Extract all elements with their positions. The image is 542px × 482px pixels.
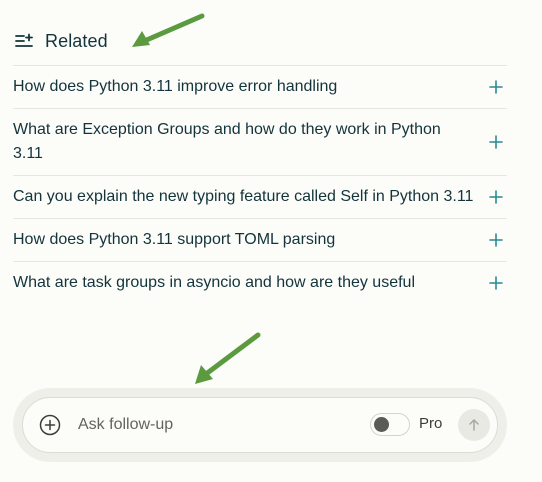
list-filter-icon <box>15 33 33 47</box>
related-header: Related <box>14 28 108 54</box>
toggle-knob <box>374 417 389 432</box>
related-item-exception-groups[interactable]: What are Exception Groups and how do the… <box>13 108 507 175</box>
plus-icon[interactable] <box>489 190 503 204</box>
related-item-label: What are task groups in asyncio and how … <box>13 274 415 291</box>
circle-plus-icon[interactable] <box>39 414 61 436</box>
plus-icon[interactable] <box>489 80 503 94</box>
related-item-task-groups[interactable]: What are task groups in asyncio and how … <box>13 261 507 304</box>
plus-icon[interactable] <box>489 233 503 247</box>
related-item-label: What are Exception Groups and how do the… <box>13 121 441 162</box>
plus-icon[interactable] <box>489 276 503 290</box>
related-item-label: Can you explain the new typing feature c… <box>13 188 474 205</box>
related-list: How does Python 3.11 improve error handl… <box>13 65 507 304</box>
arrow-icon <box>132 13 205 47</box>
plus-icon[interactable] <box>489 135 503 149</box>
pro-label: Pro <box>419 415 443 432</box>
related-item-label: How does Python 3.11 support TOML parsin… <box>13 231 336 248</box>
submit-button[interactable] <box>458 409 490 441</box>
related-item-label: How does Python 3.11 improve error handl… <box>13 78 338 95</box>
related-item-toml-parsing[interactable]: How does Python 3.11 support TOML parsin… <box>13 218 507 261</box>
pro-toggle[interactable] <box>370 413 410 436</box>
arrow-up-icon <box>469 419 479 431</box>
related-item-error-handling[interactable]: How does Python 3.11 improve error handl… <box>13 65 507 108</box>
arrow-icon <box>195 332 261 384</box>
followup-input[interactable] <box>78 412 358 438</box>
related-item-typing-self[interactable]: Can you explain the new typing feature c… <box>13 175 507 218</box>
related-title: Related <box>45 30 108 51</box>
